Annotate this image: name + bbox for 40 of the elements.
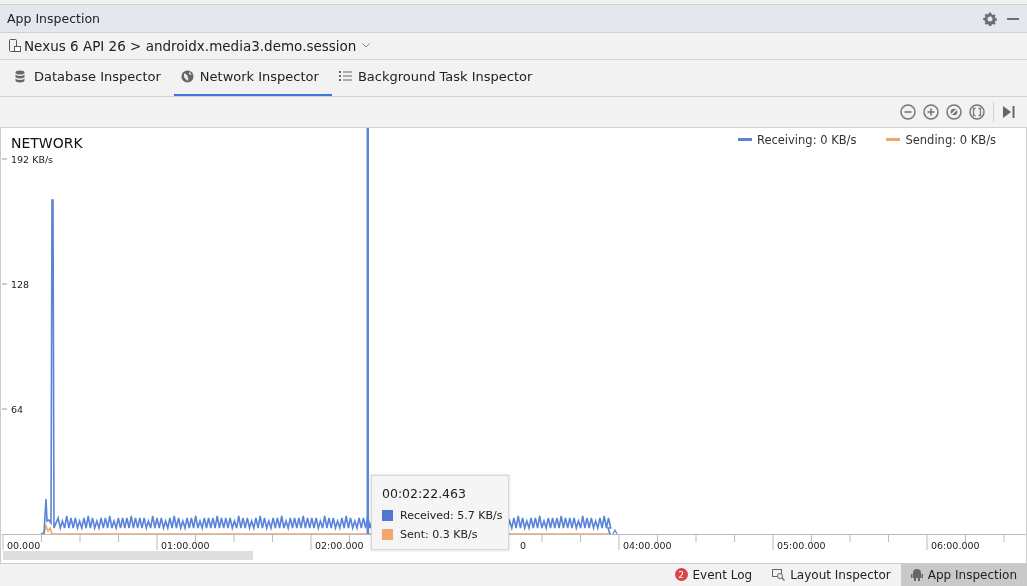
x-axis-label: 00.000: [7, 539, 41, 551]
x-axis-label: 02:00.000: [315, 539, 364, 551]
device-icon: [9, 38, 21, 53]
x-axis-label: 0: [520, 539, 527, 551]
x-axis-label: 01:00.000: [161, 539, 210, 551]
status-bar-button[interactable]: Layout Inspector: [762, 563, 901, 586]
settings-icon[interactable]: [983, 11, 997, 26]
zoom-in-icon[interactable]: [923, 104, 939, 121]
x-axis-label: 06:00.000: [931, 539, 980, 551]
tab[interactable]: Network Inspector: [173, 59, 332, 97]
database-icon: [15, 70, 28, 84]
tooltip-label: Received: 5.7 KB/s: [400, 508, 503, 522]
minimize-icon[interactable]: [1007, 17, 1019, 20]
zoom-out-icon[interactable]: [900, 104, 916, 121]
chevron-down-icon: [362, 43, 371, 49]
panel-title: App Inspection: [7, 11, 101, 27]
legend-label: Receiving: 0 KB/s: [756, 132, 857, 147]
device-selector[interactable]: Nexus 6 API 26 > androidx.media3.demo.session: [9, 37, 371, 54]
layout-inspector-icon: [772, 568, 786, 581]
status-bar-button[interactable]: App Inspection: [900, 563, 1027, 586]
y-axis-label: 128: [1, 278, 30, 290]
status-bar-button[interactable]: 2 Event Log: [664, 563, 763, 586]
tab[interactable]: Background Task Inspector: [331, 59, 546, 97]
legend-label: Sending: 0 KB/s: [905, 132, 996, 147]
y-axis-label: 64: [1, 403, 24, 415]
tab[interactable]: Database Inspector: [8, 59, 174, 97]
scrollbar-thumb[interactable]: [3, 550, 253, 560]
x-axis-label: 05:00.000: [777, 539, 826, 551]
skip-to-end-icon[interactable]: [1002, 104, 1018, 121]
tooltip-time: 00:02:22.463: [382, 485, 467, 501]
x-axis-label: 04:00.000: [623, 539, 672, 551]
globe-icon: [180, 70, 194, 84]
reset-zoom-icon[interactable]: [946, 104, 962, 121]
chart-title: NETWORK: [11, 134, 83, 151]
tooltip-label: Sent: 0.3 KB/s: [400, 527, 478, 541]
robot-icon: [910, 568, 923, 582]
notification-badge: 2: [674, 568, 688, 582]
y-axis-label: 192 KB/s: [1, 153, 54, 165]
zoom-to-fit-icon[interactable]: [969, 104, 985, 121]
list-icon: [338, 70, 352, 84]
